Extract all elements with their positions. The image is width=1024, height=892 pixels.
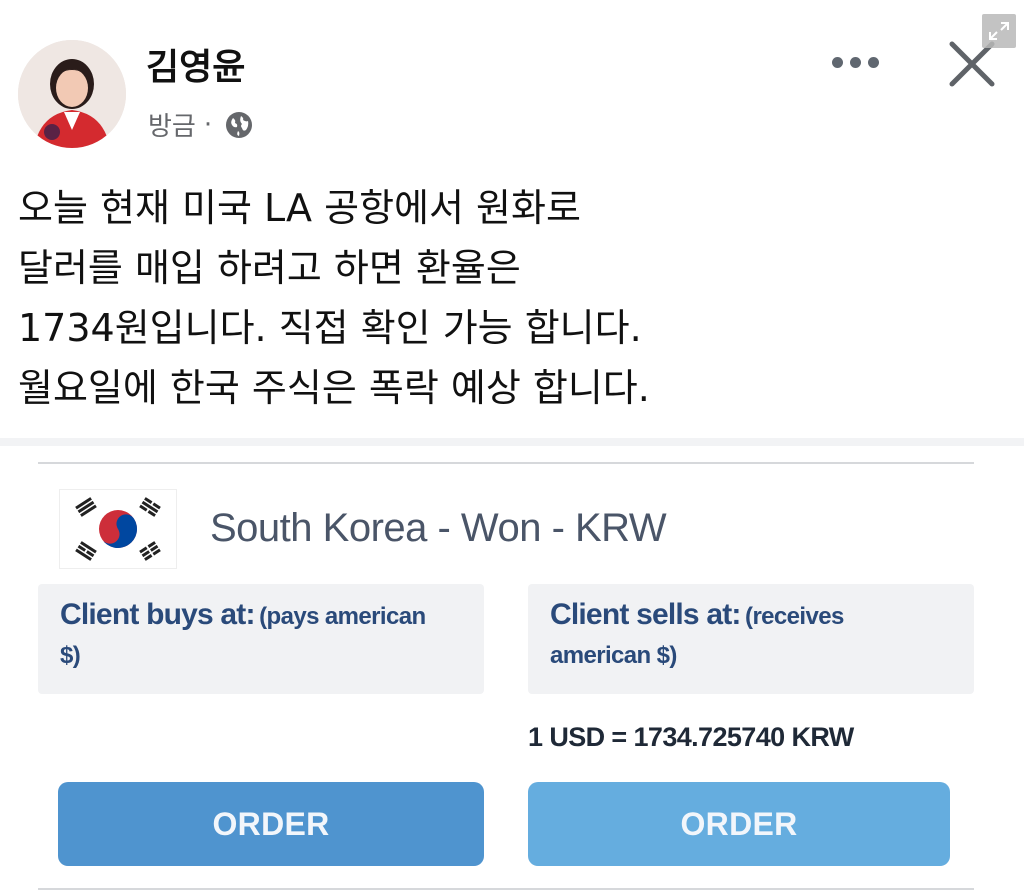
globe-icon: [224, 110, 254, 140]
more-options-icon[interactable]: [824, 44, 886, 80]
client-sells-note: (receives: [745, 603, 844, 630]
card-bottom-rule: [38, 888, 974, 890]
post-text-line: 월요일에 한국 주식은 폭락 예상 합니다.: [18, 366, 650, 410]
buy-order-button[interactable]: ORDER: [58, 782, 484, 866]
sell-order-button[interactable]: ORDER: [528, 782, 950, 866]
author-avatar[interactable]: [18, 40, 126, 148]
currency-name: South Korea - Won - KRW: [210, 506, 667, 550]
post-text-line: 1734원입니다. 직접 확인 가능 합니다.: [18, 306, 642, 350]
exchange-rate: 1 USD = 1734.725740 KRW: [528, 722, 854, 752]
post-text-line: 오늘 현재 미국 LA 공항에서 원화로: [18, 186, 581, 230]
client-buys-box: Client buys at: (pays american $): [38, 584, 484, 694]
post-text-line: 달러를 매입 하려고 하면 환율은: [18, 246, 521, 290]
client-buys-note-cont: $): [60, 642, 81, 669]
more-dot: [849, 56, 861, 68]
post-divider: [0, 438, 1024, 446]
more-dot: [831, 56, 843, 68]
south-korea-flag-icon: [60, 490, 176, 568]
currency-exchange-image[interactable]: South Korea - Won - KRW Client buys at: …: [0, 446, 1024, 892]
client-sells-label: Client sells at:: [550, 598, 741, 631]
client-buys-note: (pays american: [259, 603, 426, 630]
post-text: 오늘 현재 미국 LA 공항에서 원화로 달러를 매입 하려고 하면 환율은 1…: [18, 178, 1008, 418]
post-timestamp[interactable]: 방금: [148, 106, 196, 143]
meta-separator: ·: [203, 109, 213, 140]
client-buys-label: Client buys at:: [60, 598, 256, 631]
author-name[interactable]: 김영윤: [146, 38, 245, 90]
more-dot: [867, 56, 879, 68]
client-sells-note-cont: american $): [550, 642, 677, 669]
card-top-rule: [38, 462, 974, 464]
expand-icon[interactable]: [982, 14, 1016, 48]
client-sells-box: Client sells at: (receives american $): [528, 584, 974, 694]
post-meta: 방금 ·: [148, 106, 254, 143]
